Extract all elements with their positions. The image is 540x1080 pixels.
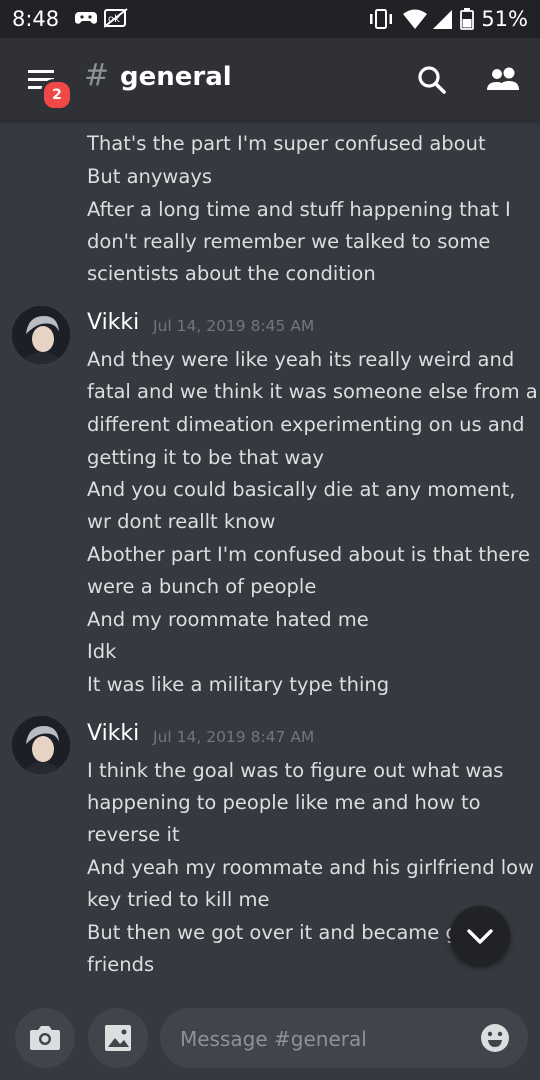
message-line: And they were like yeah its really weird… bbox=[87, 348, 515, 371]
message-list[interactable]: That's the part I'm super confused about… bbox=[0, 120, 540, 1000]
emoji-icon bbox=[481, 1024, 509, 1052]
jump-to-bottom-button[interactable] bbox=[450, 906, 510, 966]
image-button[interactable] bbox=[88, 1008, 148, 1068]
message-line: don't really remember we talked to some bbox=[87, 230, 491, 253]
camera-icon bbox=[30, 1026, 60, 1050]
message-timestamp: Jul 14, 2019 8:45 AM bbox=[153, 317, 315, 335]
members-button[interactable] bbox=[484, 60, 524, 100]
message-line: And you could basically die at any momen… bbox=[87, 478, 516, 501]
message-line: That's the part I'm super confused about bbox=[87, 132, 486, 155]
gamepad-icon bbox=[74, 8, 98, 32]
status-bar: 8:48 ok 51% bbox=[0, 0, 540, 38]
message-input[interactable] bbox=[178, 1008, 462, 1070]
message-line: But anyways bbox=[87, 165, 213, 188]
search-button[interactable] bbox=[412, 60, 452, 100]
search-icon bbox=[418, 66, 446, 94]
message-line: scientists about the condition bbox=[87, 262, 376, 285]
message-line: After a long time and stuff happening th… bbox=[87, 198, 511, 221]
people-icon bbox=[487, 67, 519, 90]
message-input-box[interactable] bbox=[160, 1008, 528, 1070]
message-line: And my roommate hated me bbox=[87, 608, 369, 631]
message-line-cut bbox=[87, 120, 93, 131]
message-composer bbox=[0, 1000, 540, 1080]
message-line: key tried to kill me bbox=[87, 888, 270, 911]
message-line: And yeah my roommate and his girlfriend … bbox=[87, 856, 535, 879]
message-author[interactable]: Vikki bbox=[87, 310, 139, 335]
camera-button[interactable] bbox=[15, 1008, 75, 1068]
signal-icon bbox=[431, 8, 455, 34]
message-line: reverse it bbox=[87, 823, 180, 846]
message-line: fatal and we think it was someone else f… bbox=[87, 380, 538, 403]
emoji-button[interactable] bbox=[480, 1023, 510, 1053]
no-sim-icon: ok bbox=[103, 8, 128, 32]
chevron-down-icon bbox=[467, 929, 493, 944]
message-line: friends bbox=[87, 953, 155, 976]
message-author[interactable]: Vikki bbox=[87, 721, 139, 746]
message-line-cut bbox=[87, 986, 93, 1000]
message-line: different dimeation experimenting on us … bbox=[87, 413, 525, 436]
message-line: getting it to be that way bbox=[87, 446, 324, 469]
channel-header: 2 # general bbox=[0, 38, 540, 120]
message-line: I think the goal was to figure out what … bbox=[87, 759, 504, 782]
user-avatar-image bbox=[12, 716, 70, 774]
message-line: happening to people like me and how to bbox=[87, 791, 481, 814]
message-line: were a bunch of people bbox=[87, 575, 317, 598]
message-line: Abother part I'm confused about is that … bbox=[87, 543, 530, 566]
message-line: It was like a military type thing bbox=[87, 673, 390, 696]
vibrate-icon bbox=[368, 8, 394, 34]
channel-title: general bbox=[120, 62, 232, 92]
message-line: wr dont reallt know bbox=[87, 510, 276, 533]
battery-icon bbox=[460, 8, 474, 34]
message-line: Idk bbox=[87, 640, 117, 663]
avatar[interactable] bbox=[12, 716, 70, 774]
unread-badge: 2 bbox=[41, 79, 73, 111]
message-timestamp: Jul 14, 2019 8:47 AM bbox=[153, 728, 315, 746]
channel-hash-icon: # bbox=[84, 58, 110, 93]
image-icon bbox=[105, 1025, 131, 1051]
wifi-icon bbox=[402, 8, 428, 34]
avatar[interactable] bbox=[12, 306, 70, 364]
message-line: But then we got over it and became gre bbox=[87, 921, 478, 944]
user-avatar-image bbox=[12, 306, 70, 364]
status-time: 8:48 bbox=[12, 7, 60, 31]
battery-percent: 51% bbox=[481, 7, 528, 31]
